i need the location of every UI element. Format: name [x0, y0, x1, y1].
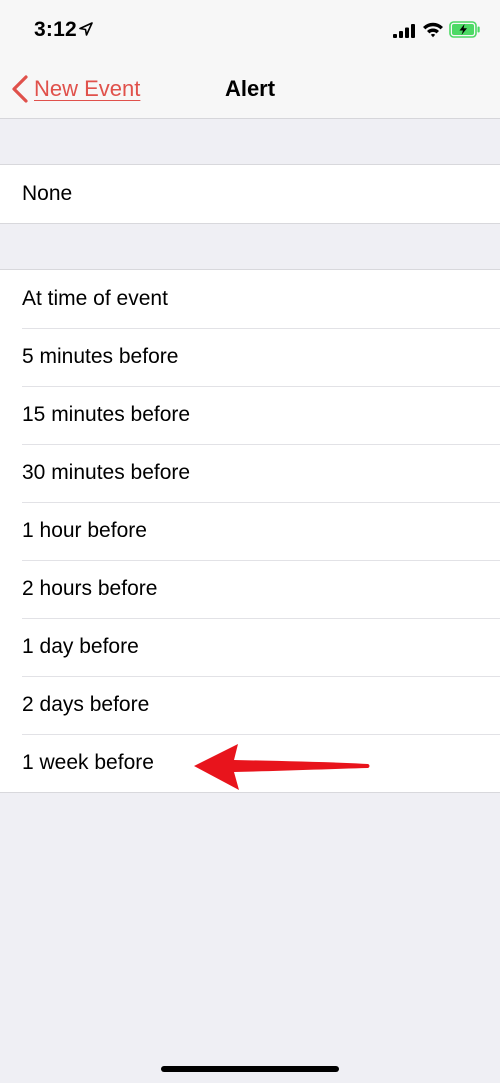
list-item-label: 1 hour before	[22, 519, 147, 542]
list-item-label: 15 minutes before	[22, 403, 191, 426]
list-item-label: 2 days before	[22, 693, 150, 716]
cellular-signal-icon	[393, 24, 415, 38]
alert-option-2-hours[interactable]: 2 hours before	[0, 560, 500, 618]
alert-option-15-minutes[interactable]: 15 minutes before	[0, 386, 500, 444]
alert-options-list: At time of event 5 minutes before 15 min…	[0, 269, 500, 793]
alert-none-group: None	[0, 164, 500, 224]
page-title: Alert	[224, 76, 276, 101]
wifi-icon	[423, 22, 443, 38]
list-item-label: 2 hours before	[22, 577, 158, 600]
list-item-label: At time of event	[22, 287, 168, 310]
red-arrow-icon	[194, 744, 370, 790]
navigation-bar: New Event Alert	[0, 60, 500, 119]
list-item-label: None	[22, 182, 73, 205]
status-bar: 3:12	[0, 0, 500, 60]
location-arrow-icon	[79, 22, 93, 36]
alert-option-at-time[interactable]: At time of event	[0, 270, 500, 328]
list-item-label: 5 minutes before	[22, 345, 179, 368]
alert-screen: 3:12 New Event Alert None At time of eve…	[0, 0, 500, 1083]
battery-charging-icon	[449, 21, 480, 38]
home-indicator[interactable]	[161, 1066, 339, 1072]
alert-option-5-minutes[interactable]: 5 minutes before	[0, 328, 500, 386]
list-item-label: 1 day before	[22, 635, 139, 658]
alert-option-none[interactable]: None	[0, 165, 500, 223]
status-time: 3:12	[34, 18, 77, 41]
alert-option-1-hour[interactable]: 1 hour before	[0, 502, 500, 560]
alert-option-1-day[interactable]: 1 day before	[0, 618, 500, 676]
list-item-label: 1 week before	[22, 751, 154, 774]
list-item-label: 30 minutes before	[22, 461, 191, 484]
alert-option-30-minutes[interactable]: 30 minutes before	[0, 444, 500, 502]
alert-option-2-days[interactable]: 2 days before	[0, 676, 500, 734]
